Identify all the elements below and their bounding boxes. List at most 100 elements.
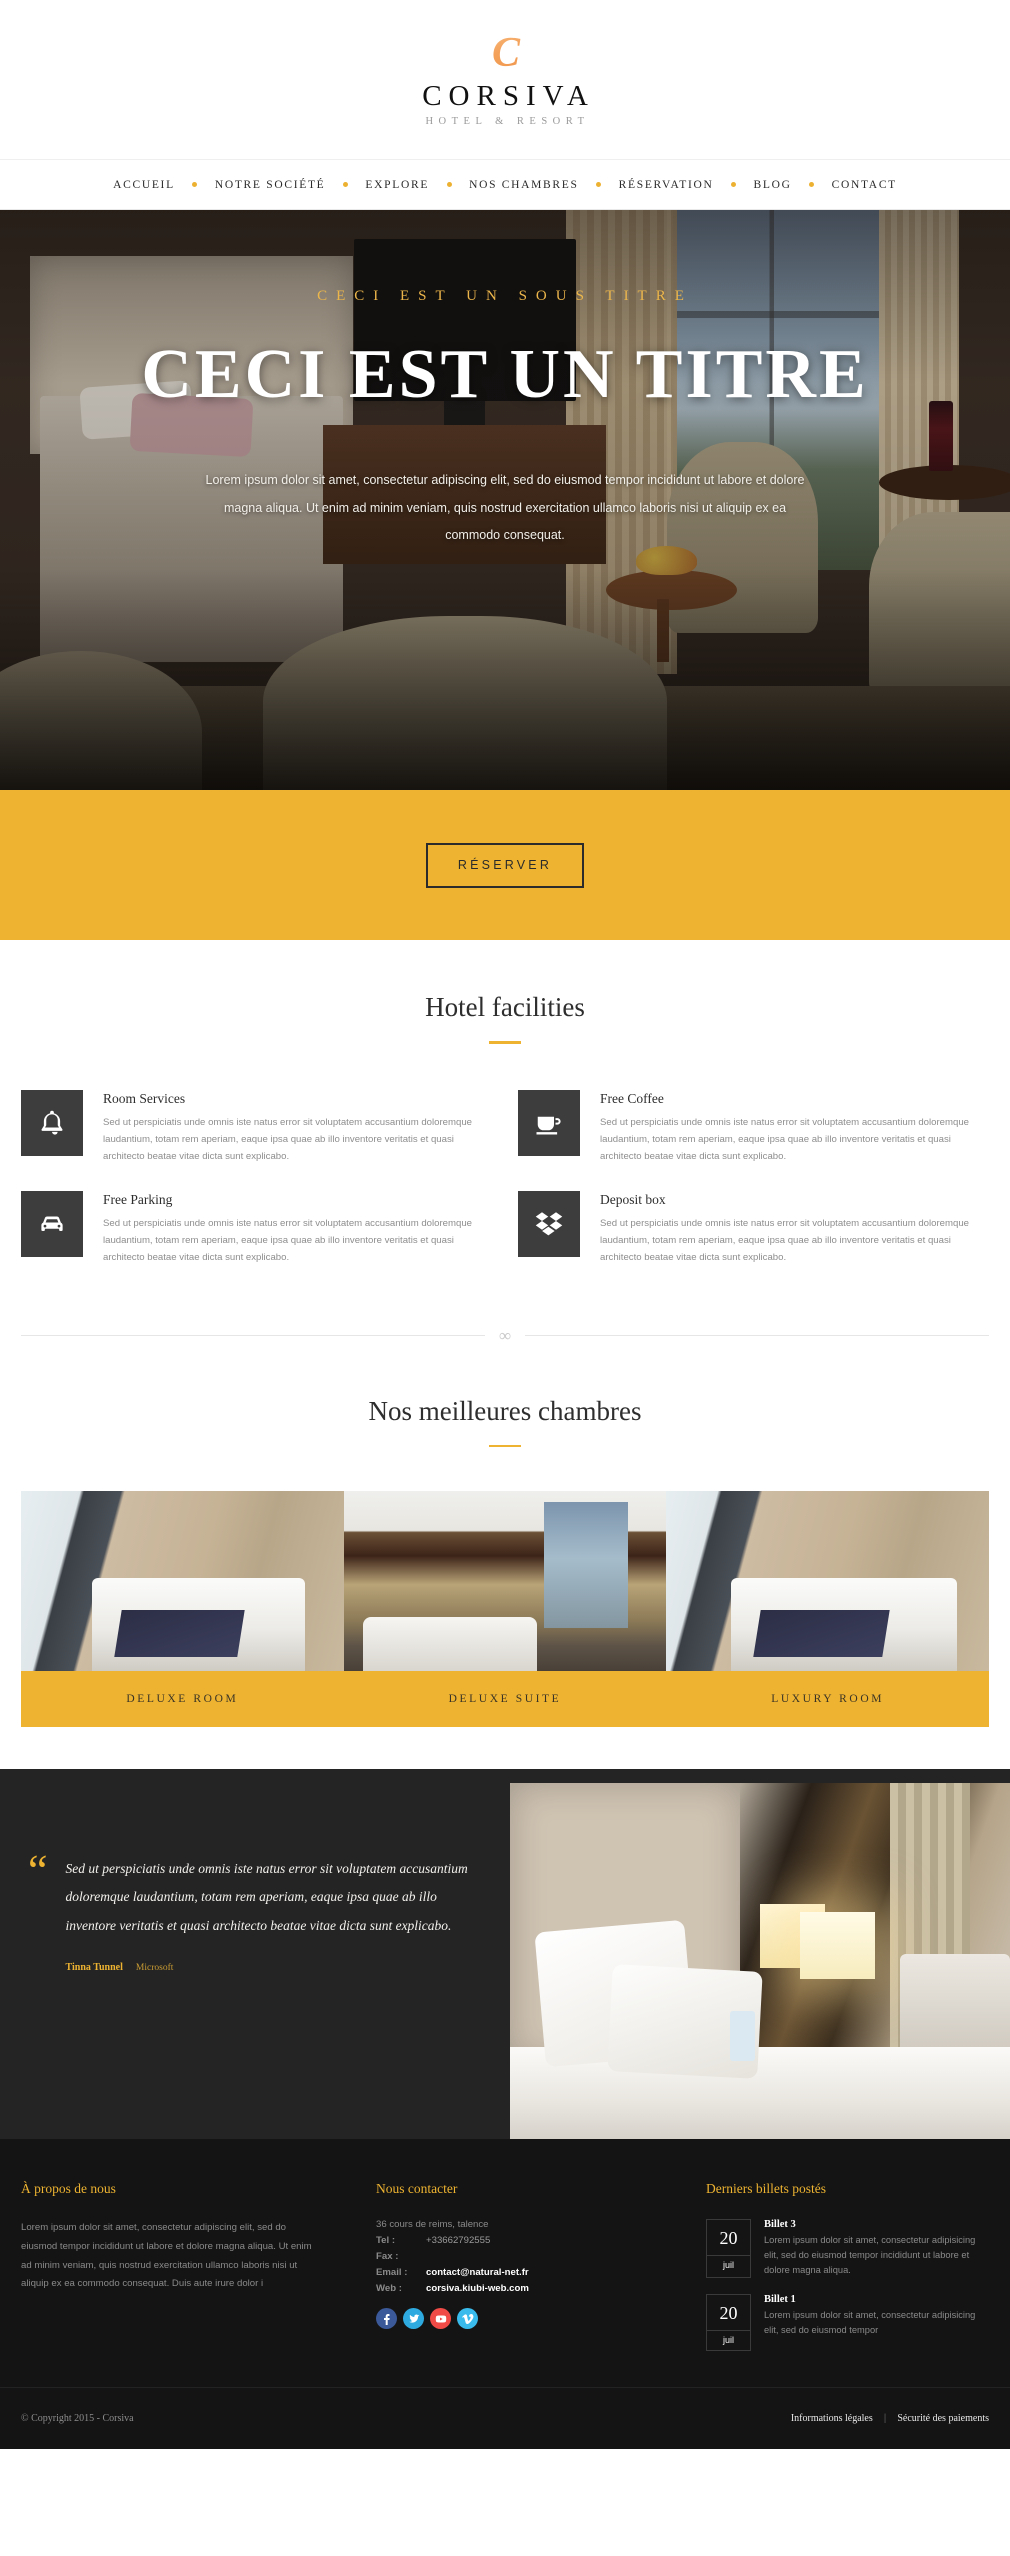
testimonial-body: Sed ut perspiciatis unde omnis iste natu… [66, 1855, 510, 2139]
contact-list: 36 cours de reims, talence Tel : +336627… [376, 2219, 686, 2294]
contact-row-email: Email : contact@natural-net.fr [376, 2267, 686, 2278]
post-date-badge: 20 juil [706, 2294, 751, 2351]
room-photo[interactable] [21, 1491, 344, 1672]
room-card[interactable] [666, 1491, 989, 1672]
post-title[interactable]: Billet 3 [764, 2219, 989, 2230]
facebook-icon[interactable] [376, 2308, 397, 2330]
facility-body: Deposit box Sed ut perspiciatis unde omni… [600, 1191, 989, 1266]
contact-fax-label: Fax : [376, 2251, 399, 2263]
post-date-badge: 20 juil [706, 2219, 751, 2278]
post-item[interactable]: 20 juil Billet 3 Lorem ipsum dolor sit amet… [706, 2219, 989, 2278]
facility-text: Sed ut perspiciatis unde omnis iste natu… [103, 1116, 473, 1162]
brand-logo[interactable]: C CORSIVA HOTEL & RESORT [415, 32, 595, 128]
contact-email-value[interactable]: contact@natural-net.fr [426, 2267, 529, 2278]
hero-banner: CECI EST UN SOUS TITRE CECI EST UN TITRE… [0, 210, 1010, 790]
room-photo[interactable] [666, 1491, 989, 1672]
contact-tel-value: +33662792555 [426, 2235, 491, 2247]
rooms-title: Nos meilleures chambres [368, 1395, 642, 1426]
facility-text: Sed ut perspiciatis unde omnis iste natu… [103, 1217, 473, 1263]
nav-item-contact[interactable]: CONTACT [830, 179, 899, 191]
contact-tel-label: Tel : [376, 2235, 396, 2247]
facility-body: Free Coffee Sed ut perspiciatis unde omni… [600, 1090, 989, 1165]
footer-bottom-links: Informations légales | Sécurité des paieme… [791, 2413, 989, 2424]
facility-body: Room Services Sed ut perspiciatis unde om… [103, 1090, 492, 1165]
rooms-grid [21, 1491, 989, 1672]
footer-link[interactable]: Sécurité des paiements [897, 2413, 989, 2424]
facility-title: Free Coffee [600, 1090, 664, 1106]
testimonial-section: “ Sed ut perspiciatis unde omnis iste na… [0, 1769, 1010, 2140]
testimonial-photo [510, 1783, 1010, 2140]
footer-posts-column: Derniers billets postés 20 juil Billet 3 Lo… [706, 2181, 989, 2351]
nav-separator-dot-icon [327, 182, 363, 187]
post-list: 20 juil Billet 3 Lorem ipsum dolor sit amet… [706, 2219, 989, 2351]
footer-contact-column: Nous contacter 36 cours de reims, talenc… [376, 2181, 686, 2351]
facilities-title: Hotel facilities [425, 992, 585, 1022]
nav-list: ACCUEIL NOTRE SOCIÉTÉ EXPLORE NOS CHAMBRES R… [111, 179, 899, 191]
room-photo[interactable] [343, 1491, 667, 1672]
nav-item-explore[interactable]: EXPLORE [363, 179, 431, 191]
room-card[interactable] [21, 1491, 344, 1672]
nav-item-notre-soci-t[interactable]: NOTRE SOCIÉTÉ [213, 179, 328, 191]
twitter-icon[interactable] [403, 2308, 424, 2330]
brand-name: CORSIVA [422, 79, 595, 112]
facility-text: Sed ut perspiciatis unde omnis iste natu… [600, 1116, 970, 1162]
bell-icon [21, 1089, 83, 1156]
nav-item-r-servation[interactable]: RÉSERVATION [617, 179, 716, 191]
nav-separator-dot-icon [581, 182, 617, 187]
footer-link[interactable]: Informations légales [791, 2413, 873, 2424]
facility-text: Sed ut perspiciatis unde omnis iste natu… [600, 1217, 970, 1263]
room-caption[interactable]: DELUXE SUITE [344, 1693, 667, 1705]
post-body: Billet 1 Lorem ipsum dolor sit amet, cons… [764, 2294, 989, 2351]
nav-separator-dot-icon [716, 182, 752, 187]
site-header: C CORSIVA HOTEL & RESORT [0, 0, 1010, 160]
footer-about-text: Lorem ipsum dolor sit amet, consectetur … [21, 2222, 312, 2290]
hero-description: Lorem ipsum dolor sit amet, consectetur … [205, 473, 805, 542]
testimonial-text: Sed ut perspiciatis unde omnis iste natu… [65, 1861, 468, 1933]
car-icon [21, 1190, 83, 1257]
post-day: 20 [719, 2228, 738, 2249]
testimonial-company: Microsoft [135, 1962, 174, 1973]
copyright-text: © Copyright 2015 - Corsiva [21, 2413, 134, 2424]
footer-about-column: À propos de nous Lorem ipsum dolor sit a… [21, 2181, 356, 2351]
facility-title: Free Parking [103, 1191, 173, 1207]
hero-content: CECI EST UN SOUS TITRE CECI EST UN TITRE… [0, 210, 1010, 550]
nav-item-accueil[interactable]: ACCUEIL [111, 179, 177, 191]
post-month: juil [707, 2255, 750, 2275]
facility-body: Free Parking Sed ut perspiciatis unde omn… [103, 1191, 492, 1266]
facility-grid: Room Services Sed ut perspiciatis unde om… [21, 1089, 989, 1266]
footer-posts-title: Derniers billets postés [706, 2181, 826, 2197]
rooms-header: Nos meilleures chambres [0, 1396, 1010, 1448]
rooms-caption-bar: DELUXE ROOM DELUXE SUITE LUXURY ROOM [21, 1671, 989, 1728]
post-title[interactable]: Billet 1 [764, 2294, 989, 2305]
room-caption[interactable]: LUXURY ROOM [666, 1693, 989, 1705]
hero-subtitle: CECI EST UN SOUS TITRE [317, 288, 693, 304]
nav-item-nos-chambres[interactable]: NOS CHAMBRES [467, 179, 581, 191]
contact-web-value[interactable]: corsiva.kiubi-web.com [426, 2283, 529, 2294]
reserve-band: RÉSERVER [0, 790, 1010, 940]
contact-row-tel: Tel : +33662792555 [376, 2235, 686, 2246]
main-navigation: ACCUEIL NOTRE SOCIÉTÉ EXPLORE NOS CHAMBRES R… [0, 160, 1010, 210]
footer-about-title: À propos de nous [21, 2181, 116, 2197]
contact-row-web: Web : corsiva.kiubi-web.com [376, 2283, 686, 2294]
footer-columns: À propos de nous Lorem ipsum dolor sit a… [21, 2181, 989, 2351]
reserve-button[interactable]: RÉSERVER [426, 842, 584, 888]
contact-row-fax: Fax : [376, 2251, 686, 2262]
post-excerpt: Lorem ipsum dolor sit amet, consectetur … [764, 2235, 976, 2276]
vimeo-icon[interactable] [457, 2308, 478, 2330]
ornamental-divider: ∞ [21, 1316, 989, 1356]
youtube-icon[interactable] [430, 2308, 451, 2330]
logo-mark-icon: C [415, 32, 595, 80]
room-caption[interactable]: DELUXE ROOM [21, 1693, 344, 1705]
nav-item-blog[interactable]: BLOG [752, 179, 794, 191]
contact-web-label: Web : [376, 2283, 402, 2295]
facility-title: Deposit box [600, 1191, 666, 1207]
testimonial-content: “ Sed ut perspiciatis unde omnis iste na… [0, 1769, 510, 2139]
site-footer: À propos de nous Lorem ipsum dolor sit a… [0, 2139, 1010, 2449]
post-day: 20 [719, 2303, 738, 2323]
rooms-title-rule [489, 1444, 521, 1448]
room-card[interactable] [343, 1491, 667, 1672]
footer-contact-title: Nous contacter [376, 2181, 458, 2197]
facility-card: Deposit box Sed ut perspiciatis unde omni… [518, 1190, 989, 1266]
coffee-cup-icon [518, 1089, 580, 1156]
post-item[interactable]: 20 juil Billet 1 Lorem ipsum dolor sit amet… [706, 2294, 989, 2351]
